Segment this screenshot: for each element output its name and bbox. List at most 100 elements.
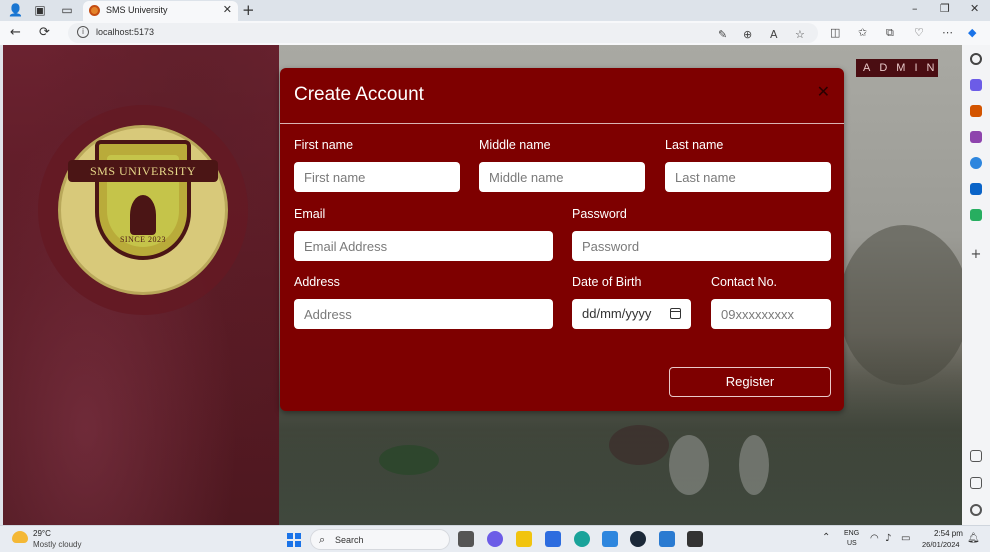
- chevron-up-icon[interactable]: ⌃: [822, 532, 830, 543]
- first-name-label: First name: [294, 138, 354, 152]
- workspaces-icon[interactable]: ▣: [33, 3, 47, 17]
- drop-icon[interactable]: [970, 209, 982, 221]
- settings-gear-icon[interactable]: [970, 504, 982, 516]
- contact-field[interactable]: [711, 299, 831, 329]
- file-explorer-icon[interactable]: [516, 531, 532, 547]
- dob-label: Date of Birth: [572, 275, 642, 289]
- browser-essentials-icon[interactable]: ♡: [914, 26, 924, 39]
- zoom-icon[interactable]: ⊕: [743, 28, 752, 41]
- split-screen-icon[interactable]: ◫: [830, 26, 840, 39]
- windows-logo-icon: [295, 541, 301, 547]
- mail-icon[interactable]: [602, 531, 618, 547]
- language-line1[interactable]: ENG: [844, 530, 859, 537]
- tab-sms-university[interactable]: SMS University ✕: [83, 1, 238, 21]
- last-name-label: Last name: [665, 138, 724, 152]
- back-button[interactable]: ←: [10, 25, 21, 40]
- contact-label: Contact No.: [711, 275, 778, 289]
- close-icon[interactable]: ✕: [817, 82, 830, 101]
- register-button[interactable]: Register: [669, 367, 831, 397]
- add-sidebar-app-icon[interactable]: +: [970, 248, 982, 261]
- vscode-icon[interactable]: [659, 531, 675, 547]
- email-field[interactable]: [294, 231, 553, 261]
- volume-icon[interactable]: ♪: [885, 533, 891, 544]
- taskbar-search-label: Search: [335, 535, 364, 545]
- discover-icon[interactable]: [970, 79, 982, 91]
- person-shape: [739, 435, 769, 495]
- microsoft365-icon[interactable]: [970, 157, 982, 169]
- admin-badge: ADMIN: [856, 59, 938, 77]
- windows-logo-icon: [287, 541, 293, 547]
- steam-icon[interactable]: [630, 531, 646, 547]
- more-menu-icon[interactable]: ⋯: [942, 26, 953, 39]
- tab-actions-icon[interactable]: ▭: [60, 3, 74, 17]
- password-label: Password: [572, 207, 627, 221]
- person-shape: [609, 425, 669, 465]
- battery-icon[interactable]: ▭: [901, 533, 910, 544]
- weather-temp: 29°C: [33, 529, 51, 538]
- clock-date[interactable]: 26/01/2024: [922, 540, 960, 549]
- url-field[interactable]: i localhost:5173 ✎ ⊕ A ☆: [68, 23, 818, 43]
- copilot-icon[interactable]: ◆: [968, 26, 976, 39]
- create-account-modal: Create Account ✕ First name Middle name …: [280, 68, 844, 411]
- taskbar-search[interactable]: ⌕ Search: [310, 529, 450, 550]
- calendar-icon[interactable]: [670, 308, 681, 319]
- shrub-shape: [379, 445, 439, 475]
- minimize-button[interactable]: –: [912, 2, 918, 15]
- windows-logo-icon: [295, 533, 301, 539]
- language-line2[interactable]: US: [847, 540, 857, 547]
- search-icon[interactable]: [970, 53, 982, 65]
- notification-bell-icon[interactable]: 🔔︎: [967, 533, 980, 544]
- address-label: Address: [294, 275, 340, 289]
- new-tab-button[interactable]: +: [242, 1, 255, 19]
- games-icon[interactable]: [970, 131, 982, 143]
- windows-taskbar: 29°C Mostly cloudy ⌕ Search ⌃ ENG US ◠ ♪…: [0, 525, 990, 552]
- favorite-star-icon[interactable]: ☆: [795, 28, 805, 41]
- chat-icon[interactable]: [487, 531, 503, 547]
- terminal-icon[interactable]: [687, 531, 703, 547]
- dob-date-input[interactable]: dd/mm/yyyy: [572, 299, 691, 329]
- password-field[interactable]: [572, 231, 831, 261]
- clock-time[interactable]: 2:54 pm: [934, 529, 963, 538]
- partly-cloudy-icon[interactable]: [12, 531, 28, 543]
- middle-name-label: Middle name: [479, 138, 551, 152]
- first-name-input[interactable]: [294, 162, 460, 192]
- modal-divider: [280, 123, 844, 124]
- outlook-icon[interactable]: [970, 183, 982, 195]
- collections-icon[interactable]: ⧉: [886, 26, 894, 40]
- torch-icon: [130, 195, 156, 235]
- pen-icon[interactable]: ✎: [718, 28, 727, 41]
- edge-sidebar: +: [962, 45, 990, 525]
- logo-since-text: SINCE 2023: [119, 235, 167, 244]
- last-name-input[interactable]: [665, 162, 831, 192]
- read-aloud-icon[interactable]: A: [770, 28, 778, 41]
- screenshot-icon[interactable]: [970, 450, 982, 462]
- logo-banner-text: SMS UNIVERSITY: [68, 160, 218, 182]
- modal-title: Create Account: [294, 84, 424, 105]
- favorites-icon[interactable]: ✩: [858, 26, 867, 39]
- address-bar-row: ← ⟳ i localhost:5173 ✎ ⊕ A ☆ ◫ ✩ ⧉ ♡ ⋯ ◆: [0, 21, 990, 45]
- tree-shape: [839, 225, 962, 385]
- task-view-icon[interactable]: [458, 531, 474, 547]
- tools-icon[interactable]: [970, 105, 982, 117]
- left-logo-panel: SMS UNIVERSITY SINCE 2023: [3, 45, 279, 525]
- store-icon[interactable]: [545, 531, 561, 547]
- weather-desc: Mostly cloudy: [33, 540, 82, 549]
- url-text: localhost:5173: [96, 27, 155, 37]
- start-button[interactable]: [287, 533, 301, 547]
- reload-button[interactable]: ⟳: [39, 25, 50, 40]
- wifi-icon[interactable]: ◠: [870, 533, 879, 544]
- site-info-icon[interactable]: i: [77, 26, 89, 38]
- site-favicon-icon: [89, 5, 100, 16]
- email-label: Email: [294, 207, 326, 221]
- tab-close-icon[interactable]: ✕: [223, 3, 232, 16]
- profile-icon[interactable]: 👤: [8, 3, 23, 17]
- browser-tab-strip: 👤 ▣ ▭ SMS University ✕ + – ❐ ✕: [0, 0, 990, 21]
- restore-button[interactable]: ❐: [940, 2, 950, 15]
- sidebar-toggle-icon[interactable]: [970, 477, 982, 489]
- middle-name-input[interactable]: [479, 162, 645, 192]
- address-field[interactable]: [294, 299, 553, 329]
- person-shape: [669, 435, 709, 495]
- window-close-button[interactable]: ✕: [970, 2, 979, 15]
- edge-icon[interactable]: [574, 531, 590, 547]
- dob-value: dd/mm/yyyy: [582, 306, 652, 321]
